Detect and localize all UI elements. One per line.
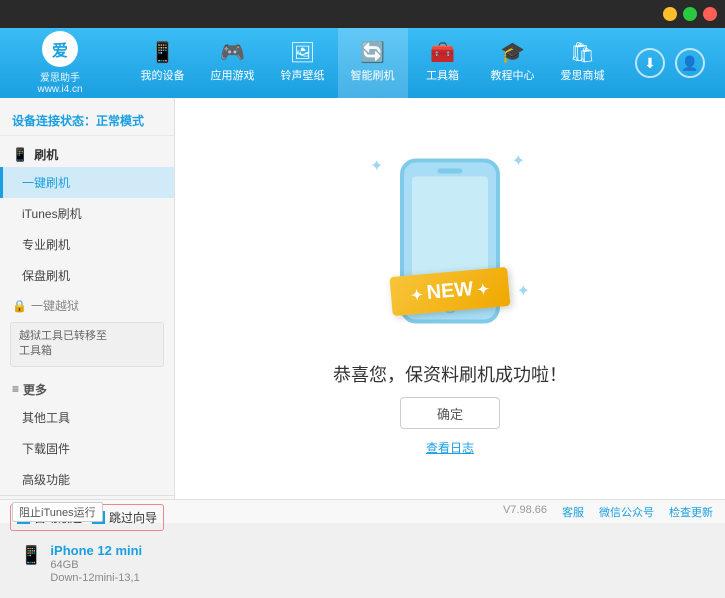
version-label: V7.98.66 xyxy=(503,504,547,520)
connection-label: 设备连接状态： xyxy=(12,114,96,128)
sidebar-item-pro-flash[interactable]: 专业刷机 xyxy=(0,229,174,260)
minimize-button[interactable] xyxy=(663,7,677,21)
device-name: iPhone 12 mini xyxy=(50,543,142,558)
device-firmware: Down-12mini-13,1 xyxy=(50,572,142,584)
status-bar-right: V7.98.66 客服 微信公众号 检查更新 xyxy=(503,504,713,520)
nav-ringtone-label: 铃声壁纸 xyxy=(281,67,325,83)
flash-section-icon: 📱 xyxy=(12,147,28,163)
nav-apps-games[interactable]: 🎮 应用游戏 xyxy=(198,28,268,98)
nav-actions: ⬇ 👤 xyxy=(635,48,715,78)
status-bar: 阻止iTunes运行 V7.98.66 客服 微信公众号 检查更新 xyxy=(0,499,725,523)
sidebar-item-save-flash[interactable]: 保盘刷机 xyxy=(0,260,174,291)
stop-itunes-button[interactable]: 阻止iTunes运行 xyxy=(12,502,103,522)
nav-shop-icon: 🛍 xyxy=(570,43,595,63)
nav-shop[interactable]: 🛍 爱思商城 xyxy=(548,28,618,98)
nav-toolbox[interactable]: 🧰 工具箱 xyxy=(408,28,478,98)
user-button[interactable]: 👤 xyxy=(675,48,705,78)
device-storage: 64GB xyxy=(50,559,142,571)
jailbreak-note: 越狱工具已转移至工具箱 xyxy=(10,322,164,367)
sidebar-item-advanced[interactable]: 高级功能 xyxy=(0,464,174,495)
view-log-link[interactable]: 查看日志 xyxy=(426,439,474,456)
lock-icon: 🔒 xyxy=(12,299,27,313)
sidebar-item-download-firmware[interactable]: 下载固件 xyxy=(0,433,174,464)
nav-tutorial-icon: 🎓 xyxy=(500,43,525,63)
sparkle-3: ✦ xyxy=(517,281,530,301)
nav-items: 📱 我的设备 🎮 应用游戏 🖼 铃声壁纸 🔄 智能刷机 🧰 工具箱 🎓 教程中心… xyxy=(110,28,635,98)
more-icon: ≡ xyxy=(12,382,19,396)
sidebar-item-other-tools[interactable]: 其他工具 xyxy=(0,402,174,433)
sidebar: 设备连接状态：正常模式 📱 刷机 一键刷机 iTunes刷机 专业刷机 保盘刷机… xyxy=(0,98,175,499)
nav-smart-flash[interactable]: 🔄 智能刷机 xyxy=(338,28,408,98)
jailbreak-subsection: 🔒 一键越狱 xyxy=(0,291,174,318)
nav-shop-label: 爱思商城 xyxy=(561,67,605,83)
confirm-button[interactable]: 确定 xyxy=(400,397,500,429)
sparkle-1: ✦ xyxy=(370,156,383,176)
more-section-header: ≡ 更多 xyxy=(0,375,174,402)
sidebar-item-one-click-flash[interactable]: 一键刷机 xyxy=(0,167,174,198)
customer-service-link[interactable]: 客服 xyxy=(562,504,584,520)
check-update-link[interactable]: 检查更新 xyxy=(669,504,713,520)
sparkle-2: ✦ xyxy=(512,151,525,171)
success-message: 恭喜您，保资料刷机成功啦！ xyxy=(333,361,567,387)
nav-flash-icon: 🔄 xyxy=(360,43,385,63)
nav-tutorial-label: 教程中心 xyxy=(491,67,535,83)
wechat-official-link[interactable]: 微信公众号 xyxy=(599,504,654,520)
nav-apps-label: 应用游戏 xyxy=(211,67,255,83)
device-phone-icon: 📱 xyxy=(20,545,42,566)
flash-section-label: 刷机 xyxy=(34,146,58,163)
nav-device-icon: 📱 xyxy=(150,43,175,63)
right-content: ✦ ✦ ✦ NEW 恭喜您，保资料刷机成功啦！ 确定 查看日志 xyxy=(175,98,725,499)
success-illustration: ✦ ✦ ✦ NEW xyxy=(350,141,550,341)
nav-ringtone[interactable]: 🖼 铃声壁纸 xyxy=(268,28,338,98)
top-nav: 爱 爱思助手 www.i4.cn 📱 我的设备 🎮 应用游戏 🖼 铃声壁纸 🔄 … xyxy=(0,28,725,98)
sidebar-item-itunes-flash[interactable]: iTunes刷机 xyxy=(0,198,174,229)
connection-value: 正常模式 xyxy=(96,114,144,128)
device-info: 📱 iPhone 12 mini 64GB Down-12mini-13,1 xyxy=(10,537,164,590)
status-bar-left: 阻止iTunes运行 xyxy=(12,502,483,522)
connection-status: 设备连接状态：正常模式 xyxy=(0,106,174,136)
main-content: 设备连接状态：正常模式 📱 刷机 一键刷机 iTunes刷机 专业刷机 保盘刷机… xyxy=(0,98,725,499)
title-bar xyxy=(0,0,725,28)
nav-toolbox-label: 工具箱 xyxy=(426,67,459,83)
close-button[interactable] xyxy=(703,7,717,21)
logo-icon: 爱 xyxy=(42,31,78,67)
nav-my-device[interactable]: 📱 我的设备 xyxy=(128,28,198,98)
phone-speaker xyxy=(438,169,463,174)
flash-section-header: 📱 刷机 xyxy=(0,140,174,167)
nav-device-label: 我的设备 xyxy=(141,67,185,83)
nav-toolbox-icon: 🧰 xyxy=(430,43,455,63)
logo[interactable]: 爱 爱思助手 www.i4.cn xyxy=(10,31,110,95)
nav-ringtone-icon: 🖼 xyxy=(290,43,315,63)
logo-subtitle: 爱思助手 xyxy=(40,69,80,84)
logo-url: www.i4.cn xyxy=(37,84,82,95)
nav-flash-label: 智能刷机 xyxy=(351,67,395,83)
nav-tutorial[interactable]: 🎓 教程中心 xyxy=(478,28,548,98)
maximize-button[interactable] xyxy=(683,7,697,21)
download-button[interactable]: ⬇ xyxy=(635,48,665,78)
device-details: iPhone 12 mini 64GB Down-12mini-13,1 xyxy=(50,543,142,584)
nav-apps-icon: 🎮 xyxy=(220,43,245,63)
